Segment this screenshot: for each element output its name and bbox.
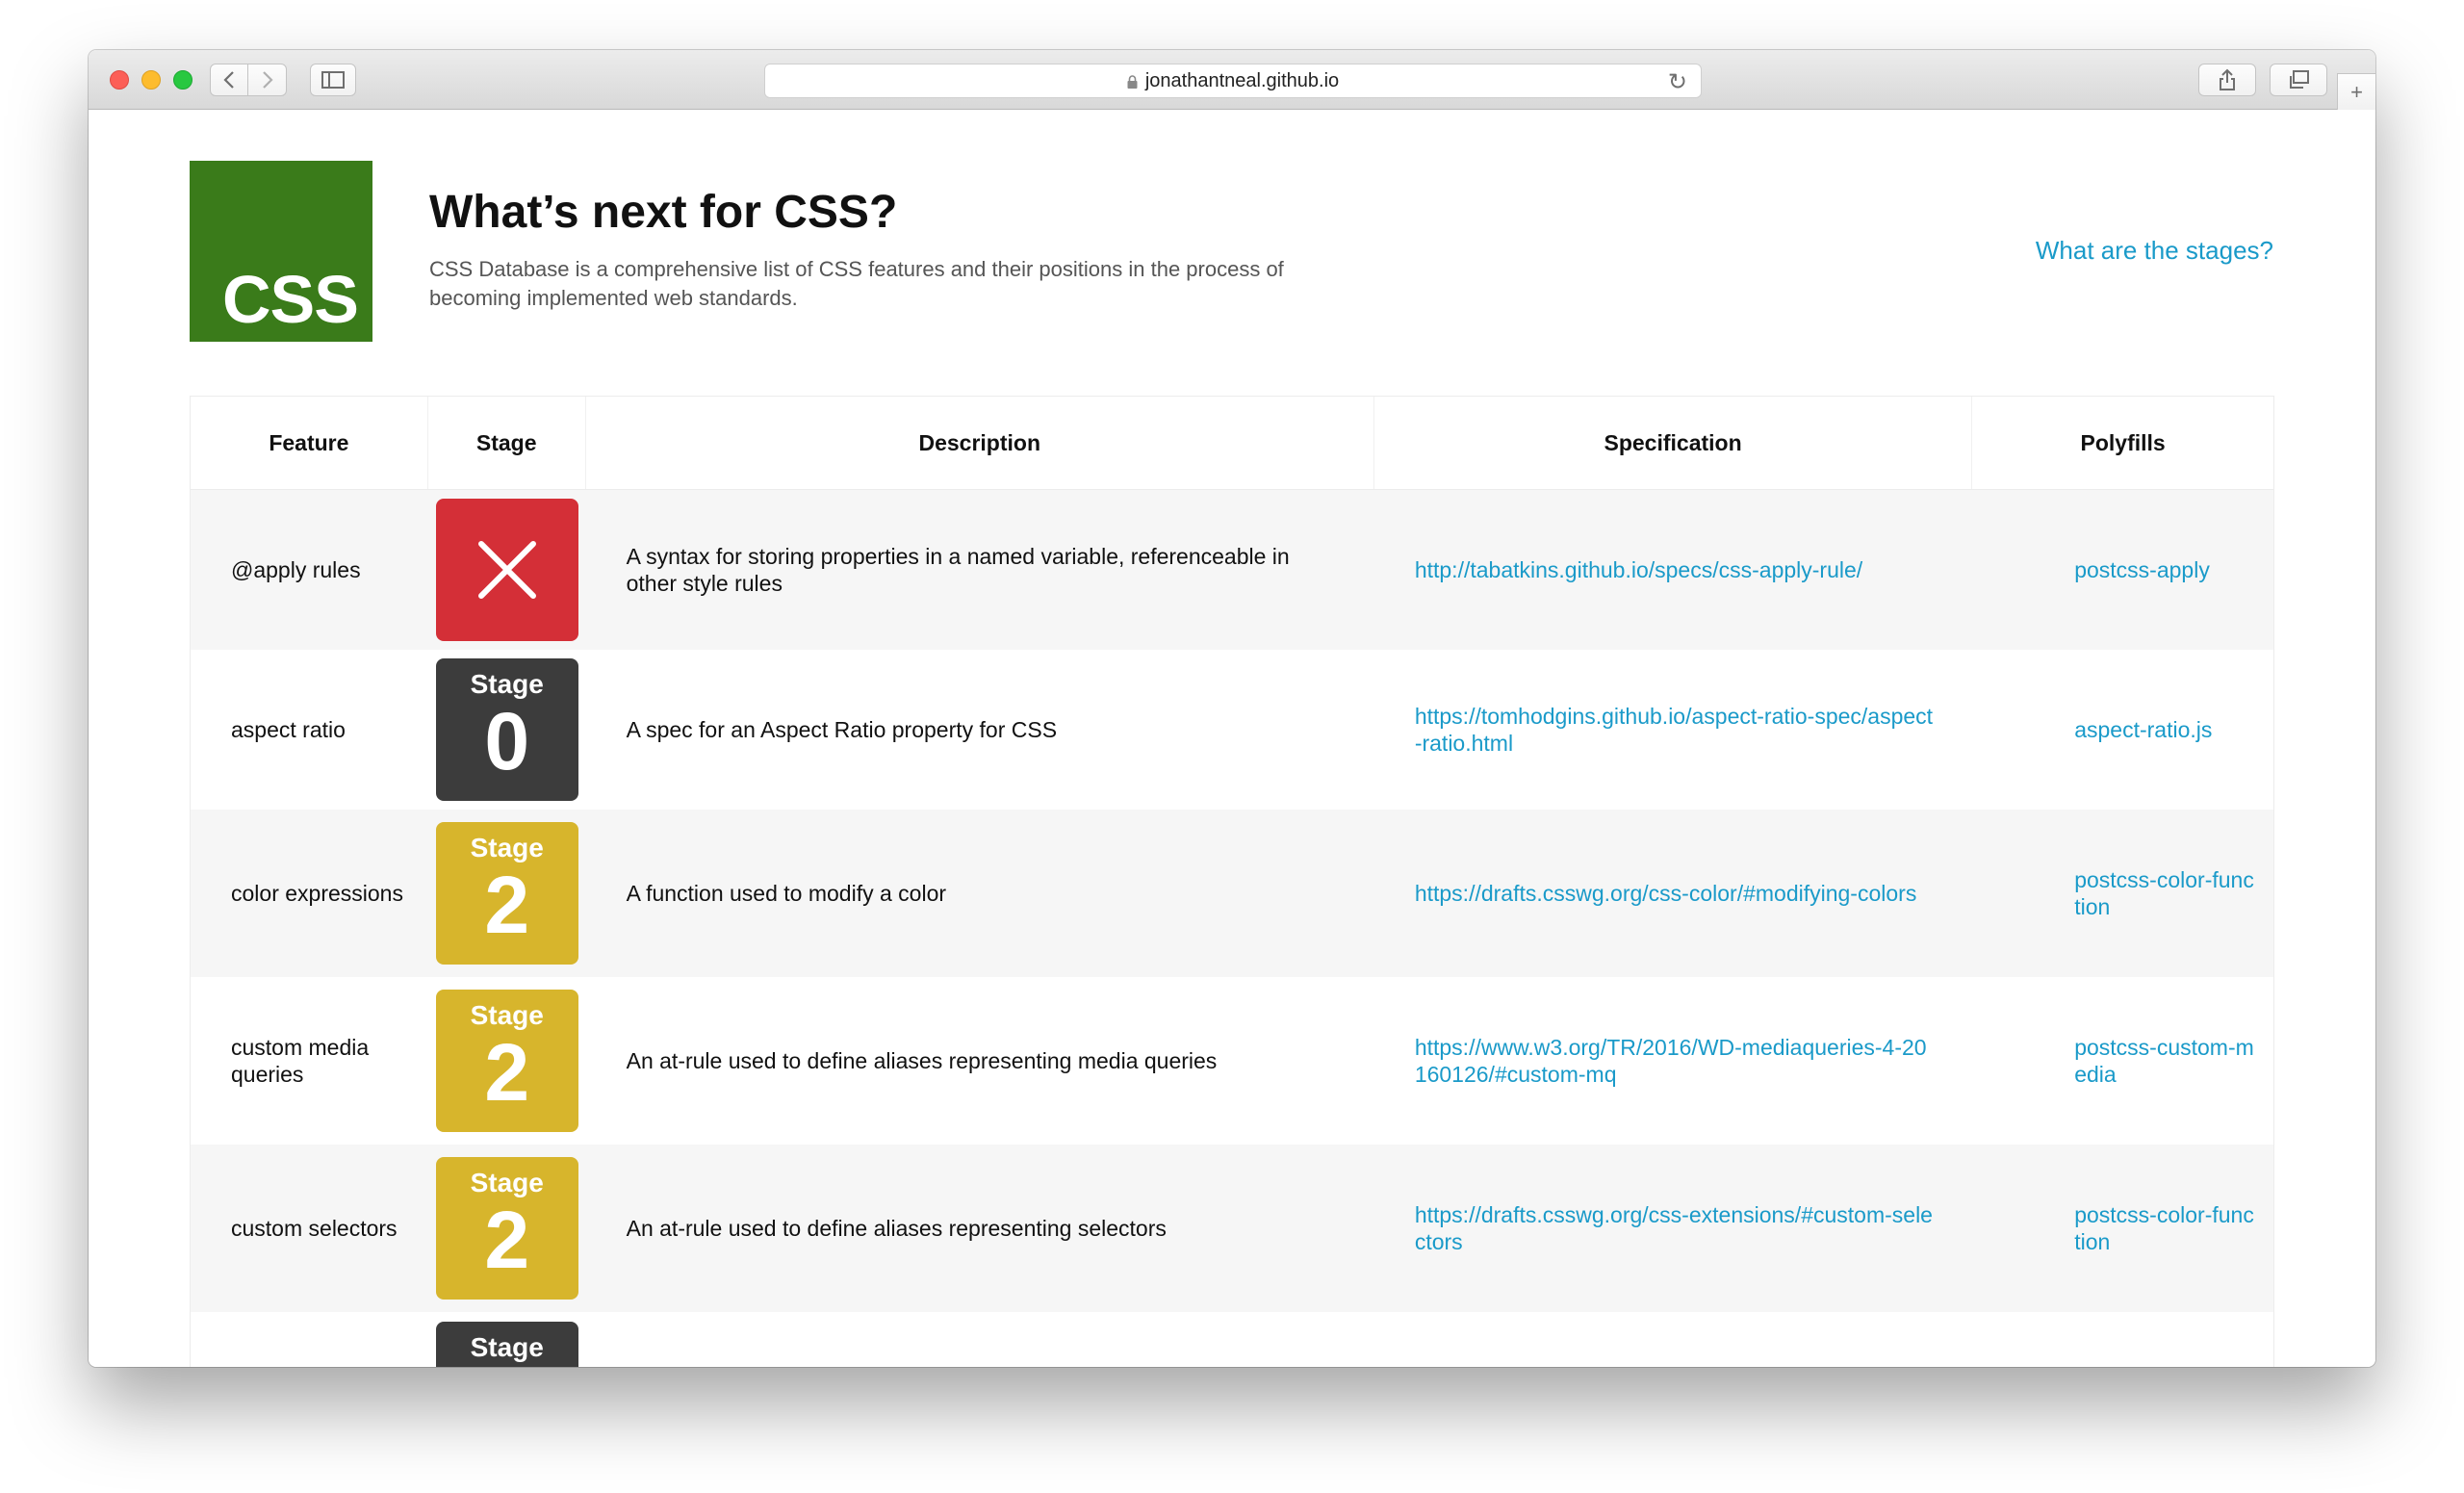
column-header-specification: Specification [1374, 397, 1973, 489]
feature-description: An at-rule used to define aliases repres… [626, 1048, 1218, 1073]
spec-link[interactable]: https://drafts.csswg.org/css-extensions/… [1415, 1201, 1934, 1255]
spec-link[interactable]: https://www.w3.org/TR/2016/WD-mediaqueri… [1415, 1034, 1934, 1088]
column-header-polyfills: Polyfills [2080, 429, 2166, 455]
close-icon [477, 541, 536, 599]
stage-badge-label: Stage [470, 669, 544, 699]
tabs-icon [2290, 70, 2309, 89]
polyfill-link[interactable]: postcss-custom-media [2074, 1034, 2254, 1088]
stage-badge: Stage 2 [435, 990, 578, 1132]
back-icon [223, 71, 234, 89]
feature-description: An at-rule used to define aliases repres… [626, 1216, 1167, 1241]
stage-badge: Stage 0 [435, 658, 578, 801]
column-header-description: Description [586, 397, 1374, 489]
polyfill-cell: aspect-ratio.js [1972, 650, 2273, 810]
feature-description: A spec for an Aspect Ratio property for … [626, 717, 1058, 742]
stage-badge-label: Stage [470, 1168, 544, 1197]
spec-link[interactable]: http://tabatkins.github.io/specs/css-app… [1415, 556, 1862, 583]
browser-window: jonathantneal.github.io ↻ + CSS What’s n… [89, 50, 2375, 1367]
polyfill-cell: postcss-color-function [1972, 1145, 2273, 1312]
feature-description: A syntax for storing properties in a nam… [626, 544, 1290, 596]
spec-cell: https://www.w3.org/TR/2016/WD-mediaqueri… [1374, 977, 1972, 1145]
stage-badge-label: Stage [470, 1332, 544, 1362]
forward-button[interactable] [248, 64, 287, 96]
sidebar-icon [321, 71, 345, 89]
polyfill-cell: postcss-apply [1972, 490, 2273, 650]
page-title: What’s next for CSS? [429, 187, 898, 238]
lock-icon [1127, 75, 1138, 89]
feature-name: custom selectors [231, 1216, 398, 1241]
stage-badge-number: 2 [484, 1195, 530, 1285]
stage-cell: Stage 2 [428, 1145, 586, 1312]
page-subtitle: CSS Database is a comprehensive list of … [429, 257, 1284, 310]
css-logo: CSS [190, 161, 372, 342]
show-tabs-button[interactable] [2270, 64, 2327, 96]
feature-name: @apply rules [231, 557, 361, 582]
feature-description: A function used to modify a color [626, 881, 947, 906]
minimize-window-button[interactable] [141, 70, 161, 90]
table-header: Feature Stage Description Specification … [191, 397, 2273, 490]
sidebar-button[interactable] [310, 64, 356, 96]
stage-cell [428, 490, 586, 650]
table-row: custom media queries Stage 2 An at-rule … [191, 977, 2273, 1145]
table-row: @apply rules A syntax for storing proper… [191, 490, 2273, 650]
polyfill-link[interactable]: postcss-color-function [2074, 866, 2254, 920]
column-header-stage: Stage [428, 397, 586, 489]
table-row: color expressions Stage 2 A function use… [191, 810, 2273, 977]
stage-badge: Stage 2 [435, 1157, 578, 1300]
zoom-window-button[interactable] [173, 70, 192, 90]
column-header-feature: Feature [191, 397, 428, 489]
share-button[interactable] [2198, 64, 2256, 96]
table-row: aspect ratio Stage 0 A spec for an Aspec… [191, 650, 2273, 810]
stages-link[interactable]: What are the stages? [2036, 236, 2273, 266]
spec-cell: http://tabatkins.github.io/specs/css-app… [1374, 490, 1972, 650]
feature-name: custom media queries [231, 1035, 370, 1087]
browser-toolbar: jonathantneal.github.io ↻ + [89, 50, 2375, 110]
spec-link[interactable]: https://drafts.csswg.org/css-color/#modi… [1415, 880, 1917, 907]
reload-icon[interactable]: ↻ [1668, 68, 1687, 96]
table-row: Stage [191, 1312, 2273, 1367]
polyfill-link[interactable]: postcss-apply [2074, 556, 2210, 583]
back-button[interactable] [210, 64, 248, 96]
table-row: custom selectors Stage 2 An at-rule used… [191, 1145, 2273, 1312]
stage-badge-label: Stage [470, 1000, 544, 1030]
spec-cell: https://tomhodgins.github.io/aspect-rati… [1374, 650, 1972, 810]
polyfill-cell: postcss-color-function [1972, 810, 2273, 977]
navigation-buttons [210, 64, 287, 96]
stage-badge-number: 0 [484, 696, 530, 786]
stage-cell: Stage 2 [428, 810, 586, 977]
feature-name: color expressions [231, 881, 403, 906]
spec-link[interactable]: https://tomhodgins.github.io/aspect-rati… [1415, 703, 1934, 757]
features-table: Feature Stage Description Specification … [190, 396, 2274, 1367]
polyfill-link[interactable]: postcss-color-function [2074, 1201, 2254, 1255]
spec-cell: https://drafts.csswg.org/css-color/#modi… [1374, 810, 1972, 977]
logo-text: CSS [222, 262, 359, 337]
stage-cell: Stage 2 [428, 977, 586, 1145]
forward-icon [262, 71, 273, 89]
rejected-badge [435, 499, 578, 641]
stage-badge: Stage [435, 1322, 578, 1367]
polyfill-link[interactable]: aspect-ratio.js [2074, 716, 2212, 743]
stage-cell: Stage 0 [428, 650, 586, 810]
stage-badge-label: Stage [470, 833, 544, 862]
polyfill-cell: postcss-custom-media [1972, 977, 2273, 1145]
stage-badge-number: 2 [484, 860, 530, 950]
address-bar[interactable]: jonathantneal.github.io ↻ [764, 64, 1702, 98]
stage-cell: Stage [428, 1312, 586, 1367]
spec-cell: https://drafts.csswg.org/css-extensions/… [1374, 1145, 1972, 1312]
share-icon [2220, 68, 2235, 90]
stage-badge: Stage 2 [435, 822, 578, 965]
url-text: jonathantneal.github.io [1144, 69, 1340, 91]
stage-badge-number: 2 [484, 1027, 530, 1118]
close-window-button[interactable] [110, 70, 129, 90]
new-tab-icon: + [2350, 79, 2363, 104]
feature-name: aspect ratio [231, 717, 346, 742]
web-page: CSS What’s next for CSS? CSS Database is… [89, 111, 2375, 1367]
new-tab-button[interactable]: + [2337, 73, 2375, 110]
